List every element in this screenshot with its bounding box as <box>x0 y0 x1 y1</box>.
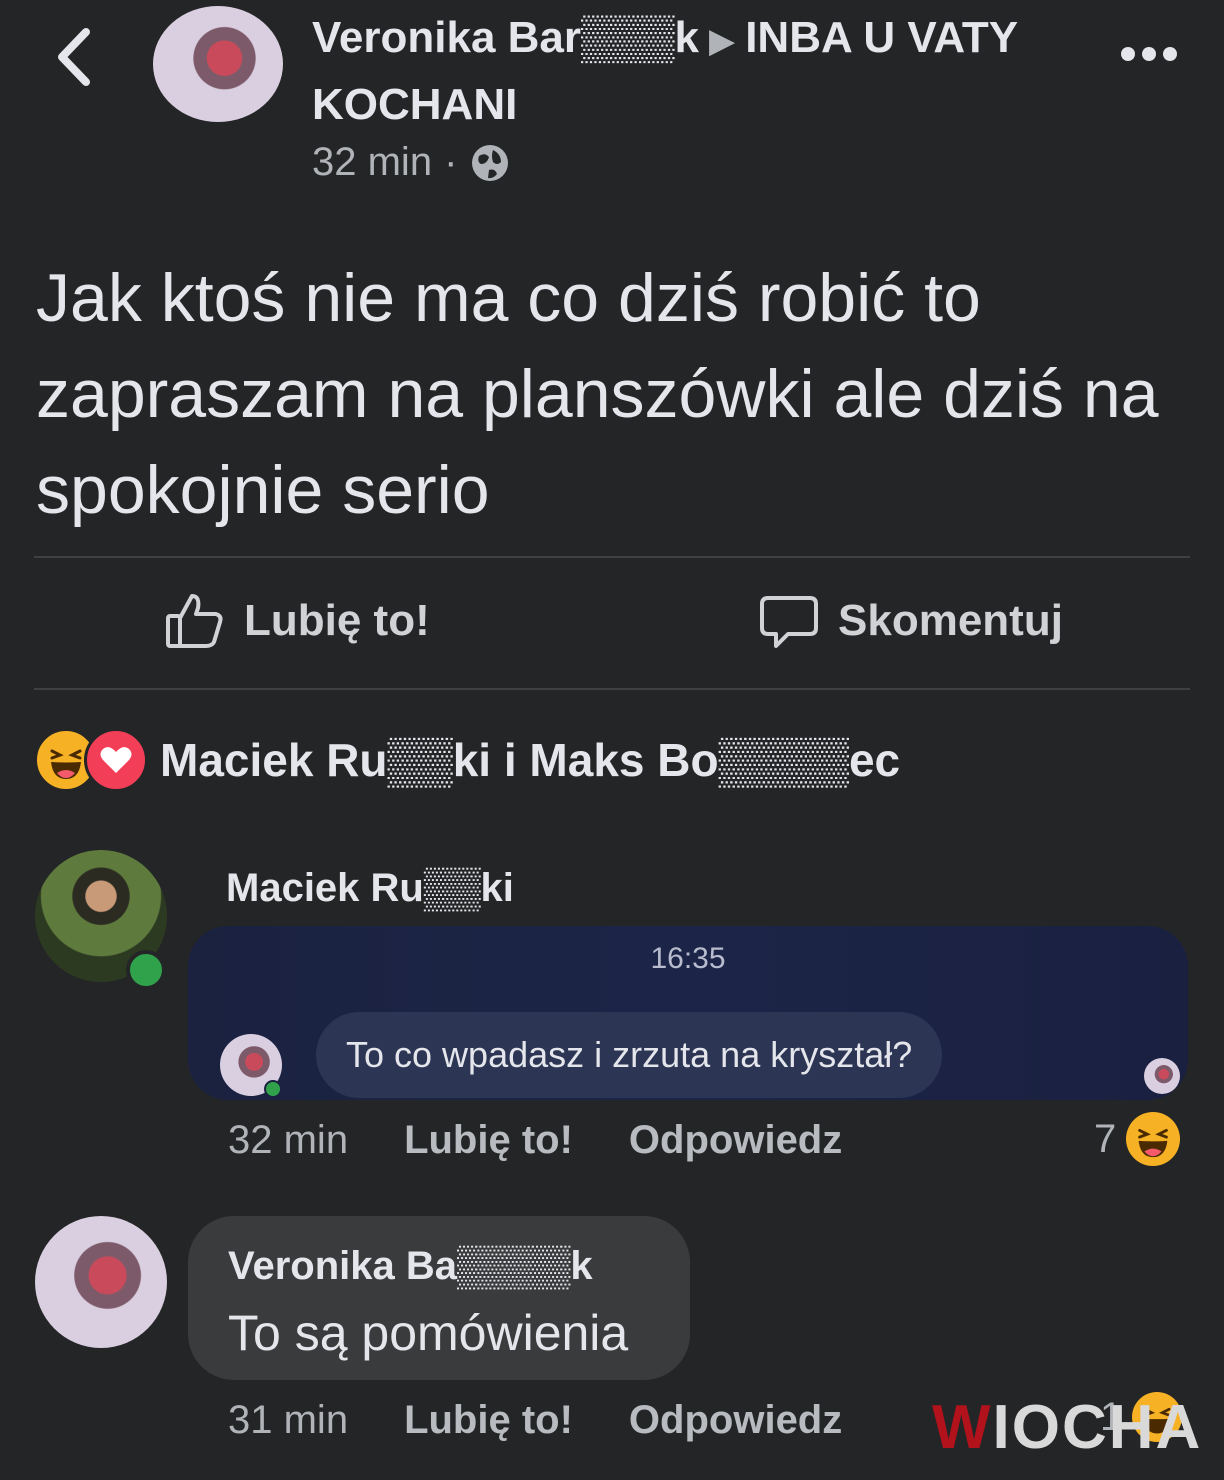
thumbs-up-icon <box>166 594 223 648</box>
comment-reactions[interactable]: 7 <box>1094 1112 1181 1166</box>
comment-actions: 32 min Lubię to! Odpowiedz <box>228 1118 842 1163</box>
screenshot-attachment[interactable]: 16:35 To co wpadasz i zrzuta na kryształ… <box>188 926 1188 1100</box>
online-status-indicator <box>264 1080 282 1098</box>
comment-bubble-icon <box>760 596 818 648</box>
author-name[interactable]: Veronika Bar▒▒▒k <box>312 13 699 62</box>
watermark-rest: IOCHA <box>992 1393 1203 1462</box>
divider <box>34 556 1190 558</box>
comment-actions: 31 min Lubię to! Odpowiedz <box>228 1398 842 1443</box>
post-header: Veronika Bar▒▒▒k ▶ INBA U VATY KOCHANI <box>312 6 1072 137</box>
back-arrow-icon[interactable] <box>50 22 100 92</box>
comment-time[interactable]: 31 min <box>228 1398 348 1443</box>
comment-like-button[interactable]: Lubię to! <box>404 1118 573 1163</box>
reactors-names: Maciek Ru▒▒ki i Maks Bo▒▒▒▒ec <box>160 734 901 786</box>
message-timestamp: 16:35 <box>650 942 726 975</box>
chat-message: To co wpadasz i zrzuta na kryształ? <box>316 1012 943 1098</box>
reactions-summary[interactable]: Maciek Ru▒▒ki i Maks Bo▒▒▒▒ec <box>34 728 900 792</box>
comment-like-button[interactable]: Lubię to! <box>404 1398 573 1443</box>
commenter-name[interactable]: Veronika Ba▒▒▒▒k <box>228 1244 593 1289</box>
author-avatar[interactable] <box>153 6 283 122</box>
online-status-indicator <box>126 950 166 990</box>
comment-label: Skomentuj <box>838 596 1063 645</box>
share-arrow-icon: ▶ <box>709 22 736 60</box>
comment-reply-button[interactable]: Odpowiedz <box>629 1118 842 1163</box>
love-reaction-icon <box>84 728 148 792</box>
meta-separator: · <box>444 140 458 184</box>
like-button[interactable]: Lubię to! <box>164 590 430 652</box>
divider <box>34 688 1190 690</box>
post-meta: 32 min · <box>312 140 511 185</box>
like-label: Lubię to! <box>244 596 430 645</box>
commenter-name[interactable]: Maciek Ru▒▒ki <box>226 866 514 911</box>
reaction-count: 7 <box>1094 1116 1117 1161</box>
watermark-w: W <box>932 1393 993 1462</box>
comment-button[interactable]: Skomentuj <box>758 590 1063 652</box>
comment-reply-button[interactable]: Odpowiedz <box>629 1398 842 1443</box>
seen-avatar <box>1144 1058 1180 1094</box>
comment-bubble[interactable]: Veronika Ba▒▒▒▒k To są pomówienia <box>188 1216 690 1380</box>
commenter-avatar[interactable] <box>35 1216 167 1348</box>
more-options-icon[interactable] <box>1118 40 1180 68</box>
comment-text: To są pomówienia <box>228 1305 629 1361</box>
globe-icon <box>472 144 509 181</box>
post-text: Jak ktoś nie ma co dziś robić to zaprasz… <box>36 260 1159 528</box>
haha-reaction-icon <box>1126 1112 1181 1166</box>
post-time[interactable]: 32 min <box>312 140 432 185</box>
watermark-logo: W IOCHA <box>932 1392 1202 1463</box>
comment-time[interactable]: 32 min <box>228 1118 348 1163</box>
